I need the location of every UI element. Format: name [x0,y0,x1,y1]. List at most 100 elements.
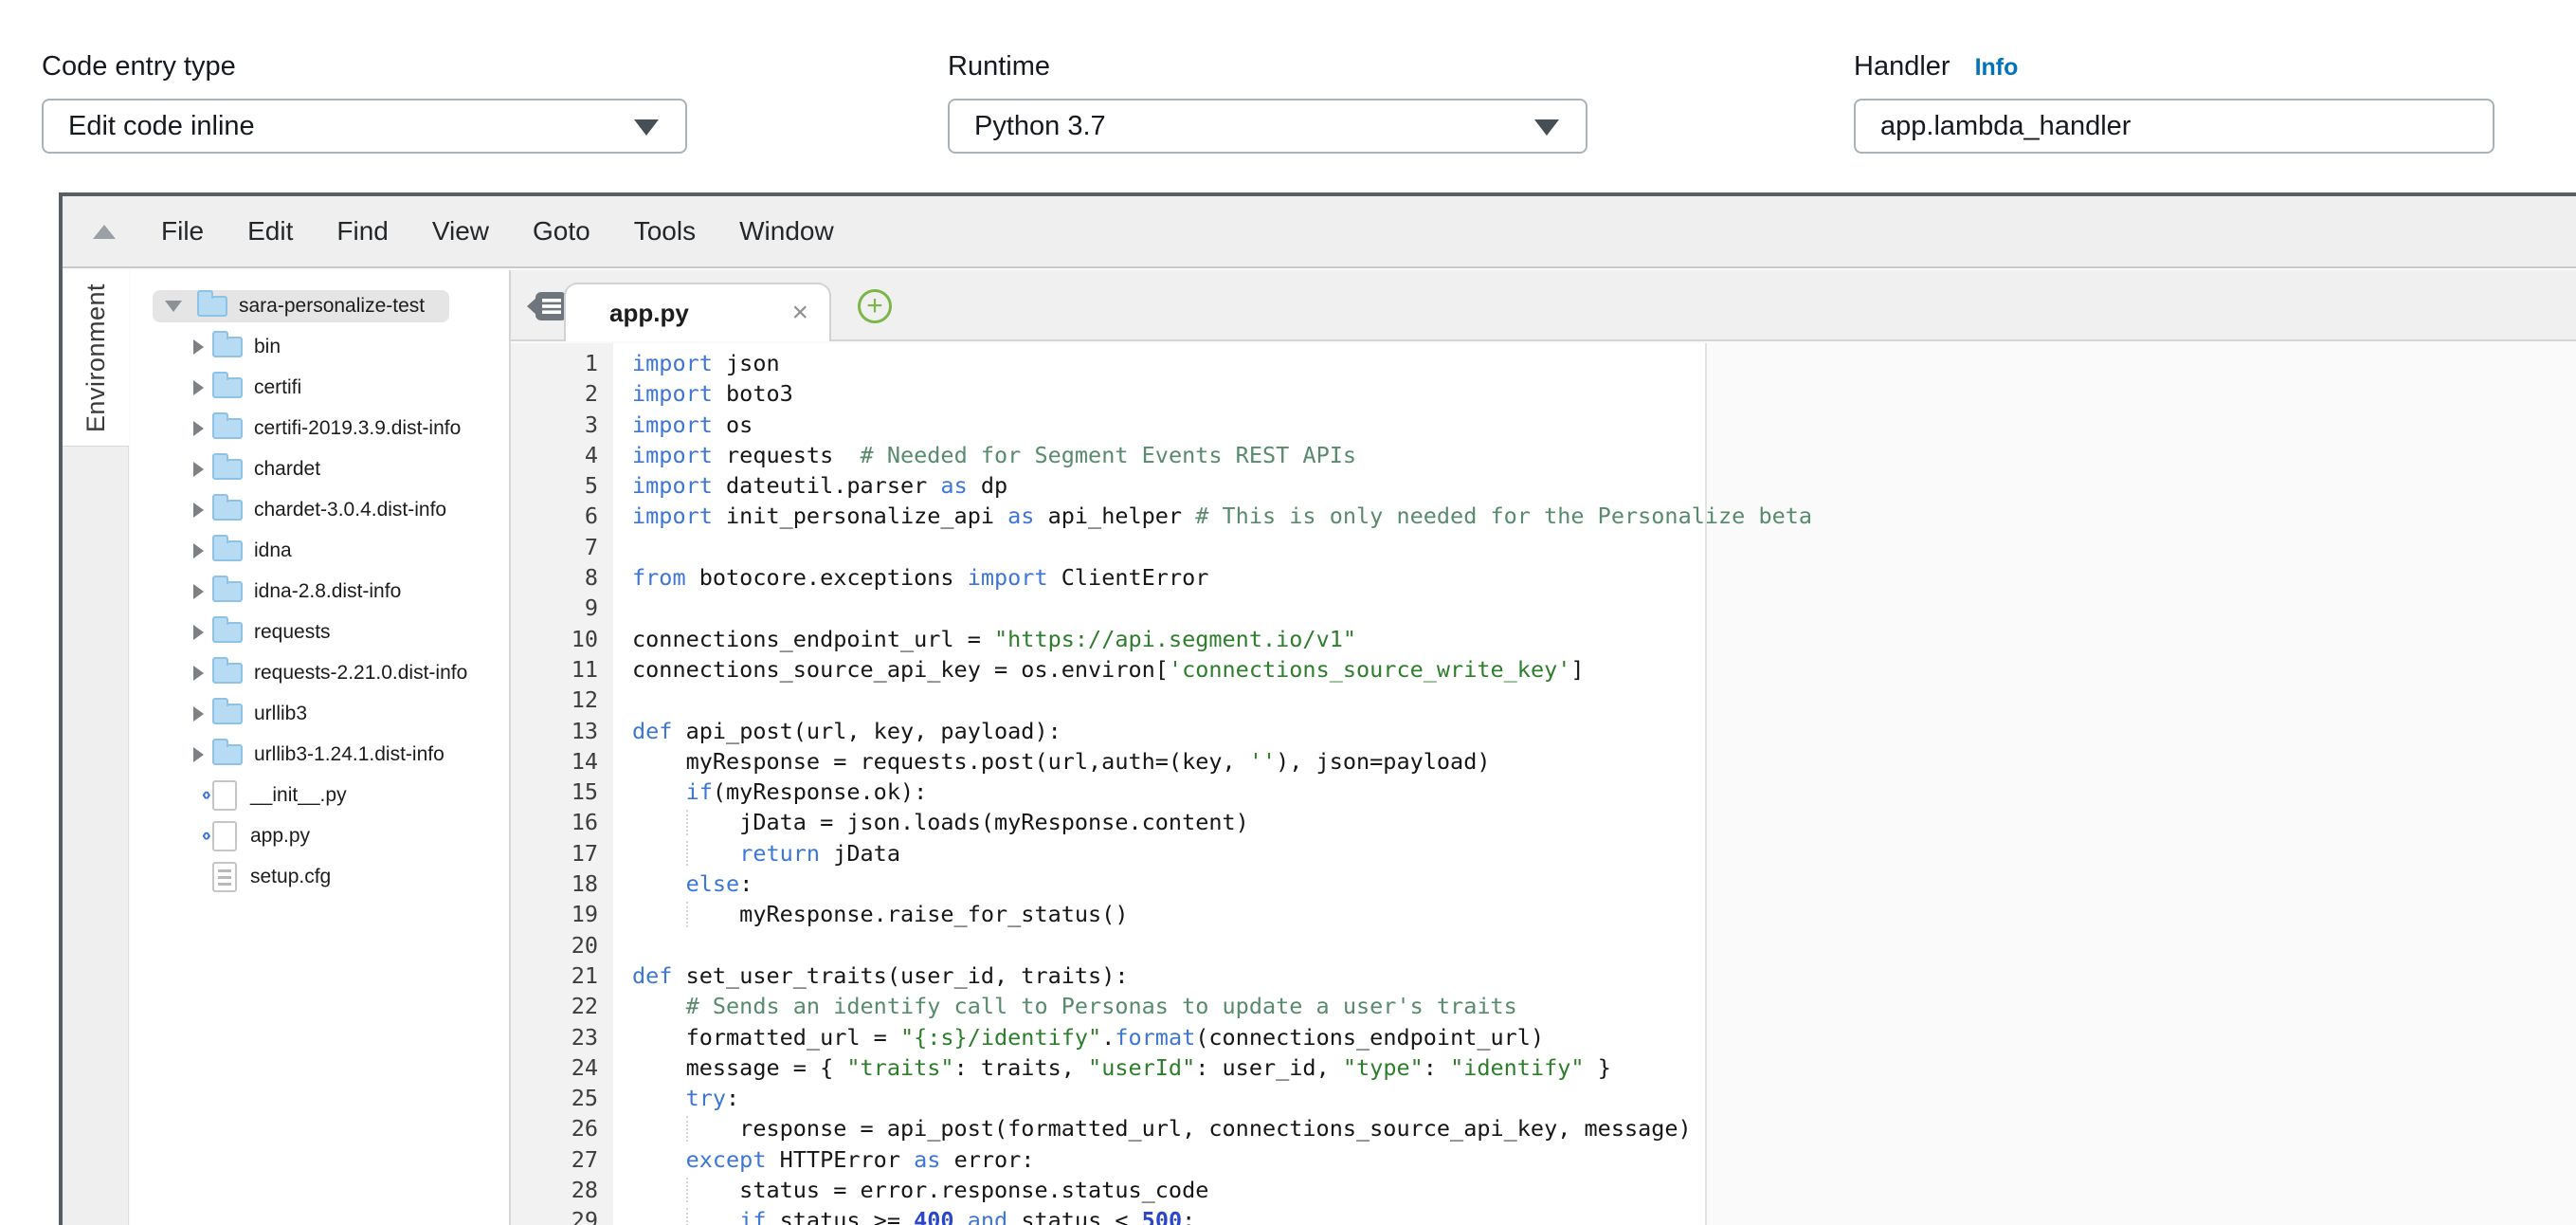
tree-item-__init__.py[interactable]: ‹›__init__.py [130,775,509,815]
code-line[interactable]: connections_endpoint_url = "https://api.… [613,624,2576,654]
code-line[interactable]: import init_personalize_api as api_helpe… [613,501,2576,531]
code-line[interactable]: except HTTPError as error: [613,1144,2576,1175]
folder-icon [212,622,243,643]
handler-input[interactable] [1854,99,2494,154]
tree-row-inner: idna [181,535,317,567]
code-line[interactable]: import os [613,410,2576,440]
runtime-value: Python 3.7 [974,111,1106,142]
menu-edit[interactable]: Edit [247,216,293,247]
tree-item-bin[interactable]: bin [130,326,509,367]
caret-right-icon[interactable] [193,503,212,518]
editor-pane: app.py × + 12345678910111213141516171819… [511,270,2576,1225]
menu-window[interactable]: Window [739,216,834,247]
caret-right-icon[interactable] [193,380,212,395]
tree-item-app.py[interactable]: ‹›app.py [130,815,509,856]
handler-label: Handler [1854,51,1950,82]
tree-item-idna-2.8.dist-info[interactable]: idna-2.8.dist-info [130,571,509,612]
code-line[interactable]: import requests # Needed for Segment Eve… [613,440,2576,470]
code-line[interactable]: import boto3 [613,378,2576,409]
code-entry-type-value: Edit code inline [68,111,255,142]
tree-item-urllib3-1.24.1.dist-info[interactable]: urllib3-1.24.1.dist-info [130,734,509,775]
line-number: 11 [511,654,613,685]
code-line[interactable]: def api_post(url, key, payload): [613,716,2576,746]
caret-down-icon[interactable] [165,301,197,312]
close-icon[interactable]: × [791,297,808,329]
tree-item-label: chardet [254,458,320,481]
menu-view[interactable]: View [432,216,489,247]
tree-item-label: sara-personalize-test [239,295,425,318]
new-tab-icon[interactable]: + [858,289,892,323]
tab-list-icon[interactable] [524,287,570,325]
code-line[interactable]: try: [613,1083,2576,1113]
tree-row-inner: ‹›app.py [200,816,335,856]
collapse-editor-icon[interactable] [93,225,116,239]
tree-item-requests[interactable]: requests [130,612,509,652]
tree-item-chardet[interactable]: chardet [130,448,509,489]
indent-guide [686,841,688,866]
menu-file[interactable]: File [161,216,204,247]
code-line[interactable]: else: [613,868,2576,899]
code-line[interactable]: return jData [613,838,2576,868]
menu-find[interactable]: Find [336,216,388,247]
cloud9-ide-frame: File Edit Find View Goto Tools Window Environm… [59,192,2576,1225]
tree-item-requests-2.21.0.dist-info[interactable]: requests-2.21.0.dist-info [130,652,509,693]
menu-goto[interactable]: Goto [533,216,590,247]
caret-right-icon[interactable] [193,747,212,762]
tree-item-label: requests-2.21.0.dist-info [254,662,467,685]
runtime-field: Runtime Python 3.7 [948,0,1587,161]
code-line[interactable] [613,532,2576,562]
caret-right-icon[interactable] [193,543,212,558]
sidebar-tab-environment[interactable]: Environment [63,270,129,447]
line-number: 5 [511,470,613,501]
code-line[interactable]: from botocore.exceptions import ClientEr… [613,562,2576,593]
code-line[interactable]: if(myResponse.ok): [613,777,2576,807]
code-line[interactable]: jData = json.loads(myResponse.content) [613,807,2576,837]
runtime-select[interactable]: Python 3.7 [948,99,1587,154]
code-line[interactable]: status = error.response.status_code [613,1175,2576,1205]
code-editor[interactable]: 1234567891011121314151617181920212223242… [511,343,2576,1225]
tree-item-label: setup.cfg [250,866,331,888]
menu-tools[interactable]: Tools [634,216,696,247]
tree-item-certifi[interactable]: certifi [130,367,509,408]
folder-icon [212,418,243,439]
handler-info-link[interactable]: Info [1975,54,2019,82]
caret-right-icon[interactable] [193,625,212,640]
code-line[interactable]: message = { "traits": traits, "userId": … [613,1052,2576,1083]
caret-right-icon[interactable] [193,706,212,722]
caret-right-icon[interactable] [193,421,212,436]
code-line[interactable] [613,685,2576,715]
tree-item-certifi-2019.3.9.dist-info[interactable]: certifi-2019.3.9.dist-info [130,408,509,448]
code-line[interactable]: myResponse = requests.post(url,auth=(key… [613,746,2576,777]
tree-item-chardet-3.0.4.dist-info[interactable]: chardet-3.0.4.dist-info [130,489,509,530]
code-entry-type-select[interactable]: Edit code inline [42,99,687,154]
tree-row-inner: certifi [181,372,326,404]
config-file-icon [212,862,237,892]
code-line[interactable]: def set_user_traits(user_id, traits): [613,960,2576,991]
code-line[interactable]: # Sends an identify call to Personas to … [613,991,2576,1021]
code-line[interactable]: response = api_post(formatted_url, conne… [613,1113,2576,1143]
tree-row-inner: urllib3 [181,698,332,730]
code-line[interactable]: myResponse.raise_for_status() [613,899,2576,929]
code-line[interactable]: import dateutil.parser as dp [613,470,2576,501]
caret-right-icon[interactable] [193,584,212,599]
code-line[interactable]: if status >= 400 and status < 500: [613,1205,2576,1225]
line-number: 1 [511,348,613,378]
code-line[interactable]: formatted_url = "{:s}/identify".format(c… [613,1022,2576,1052]
code-line[interactable] [613,593,2576,623]
caret-right-icon[interactable] [193,339,212,355]
folder-icon [212,704,243,724]
lambda-code-editor-page: Code entry type Edit code inline Runtime… [0,0,2576,1225]
line-number: 2 [511,378,613,409]
caret-right-icon[interactable] [193,666,212,681]
tree-item-idna[interactable]: idna [130,530,509,571]
tab-app-py[interactable]: app.py × [564,283,831,341]
tree-item-sara-personalize-test[interactable]: sara-personalize-test [130,285,509,326]
menu-bar: File Edit Find View Goto Tools Window [63,196,2576,268]
tree-item-setup.cfg[interactable]: setup.cfg [130,856,509,897]
code-line[interactable]: connections_source_api_key = os.environ[… [613,654,2576,685]
tree-item-urllib3[interactable]: urllib3 [130,693,509,734]
code-line[interactable] [613,930,2576,960]
caret-right-icon[interactable] [193,462,212,477]
code-line[interactable]: import json [613,348,2576,378]
indent-guide [686,1178,688,1202]
